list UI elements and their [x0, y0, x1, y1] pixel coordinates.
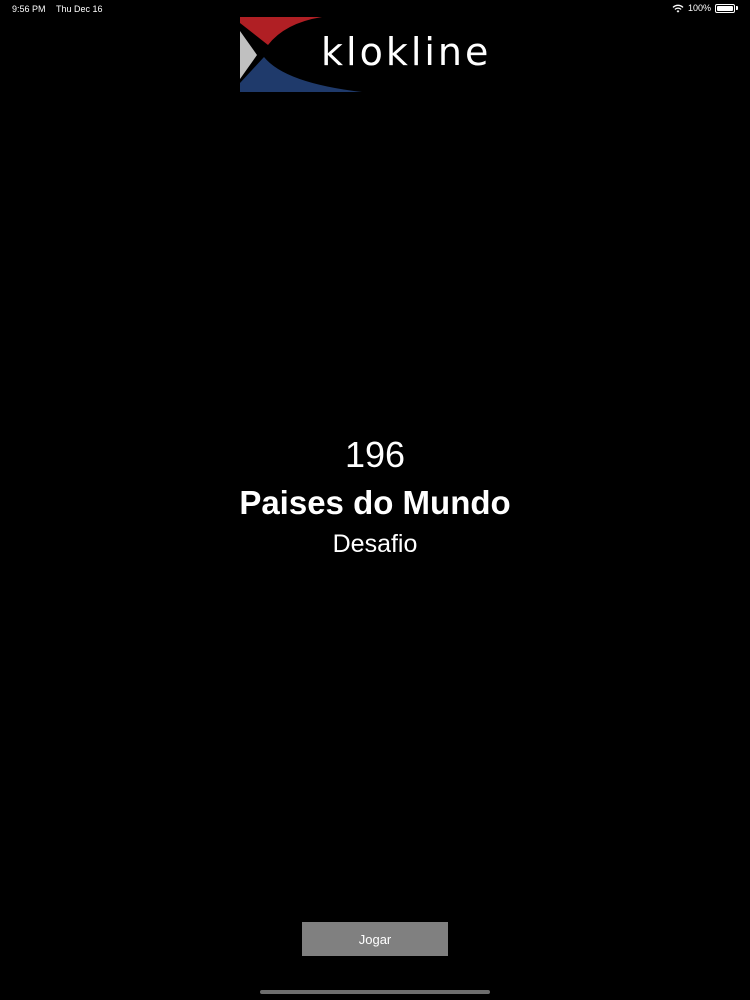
play-button[interactable]: Jogar: [302, 922, 448, 956]
status-date: Thu Dec 16: [56, 4, 103, 14]
battery-tip: [736, 6, 738, 10]
home-indicator[interactable]: [260, 990, 490, 994]
wifi-icon: [672, 4, 684, 13]
game-title: Paises do Mundo: [239, 484, 511, 521]
logo-text: klokline: [321, 30, 492, 74]
status-bar: 9:56 PM Thu Dec 16 100%: [0, 0, 750, 18]
battery-icon: [715, 3, 735, 13]
klokline-logo: klokline: [240, 17, 520, 92]
game-intro: 196 Paises do Mundo Desafio: [0, 433, 750, 561]
battery-level: [717, 5, 733, 11]
game-subtitle: Desafio: [332, 530, 418, 558]
status-indicators: 100%: [672, 3, 738, 13]
status-time: 9:56 PM: [12, 4, 46, 14]
battery-percent: 100%: [687, 3, 711, 13]
country-count: 196: [344, 434, 406, 475]
